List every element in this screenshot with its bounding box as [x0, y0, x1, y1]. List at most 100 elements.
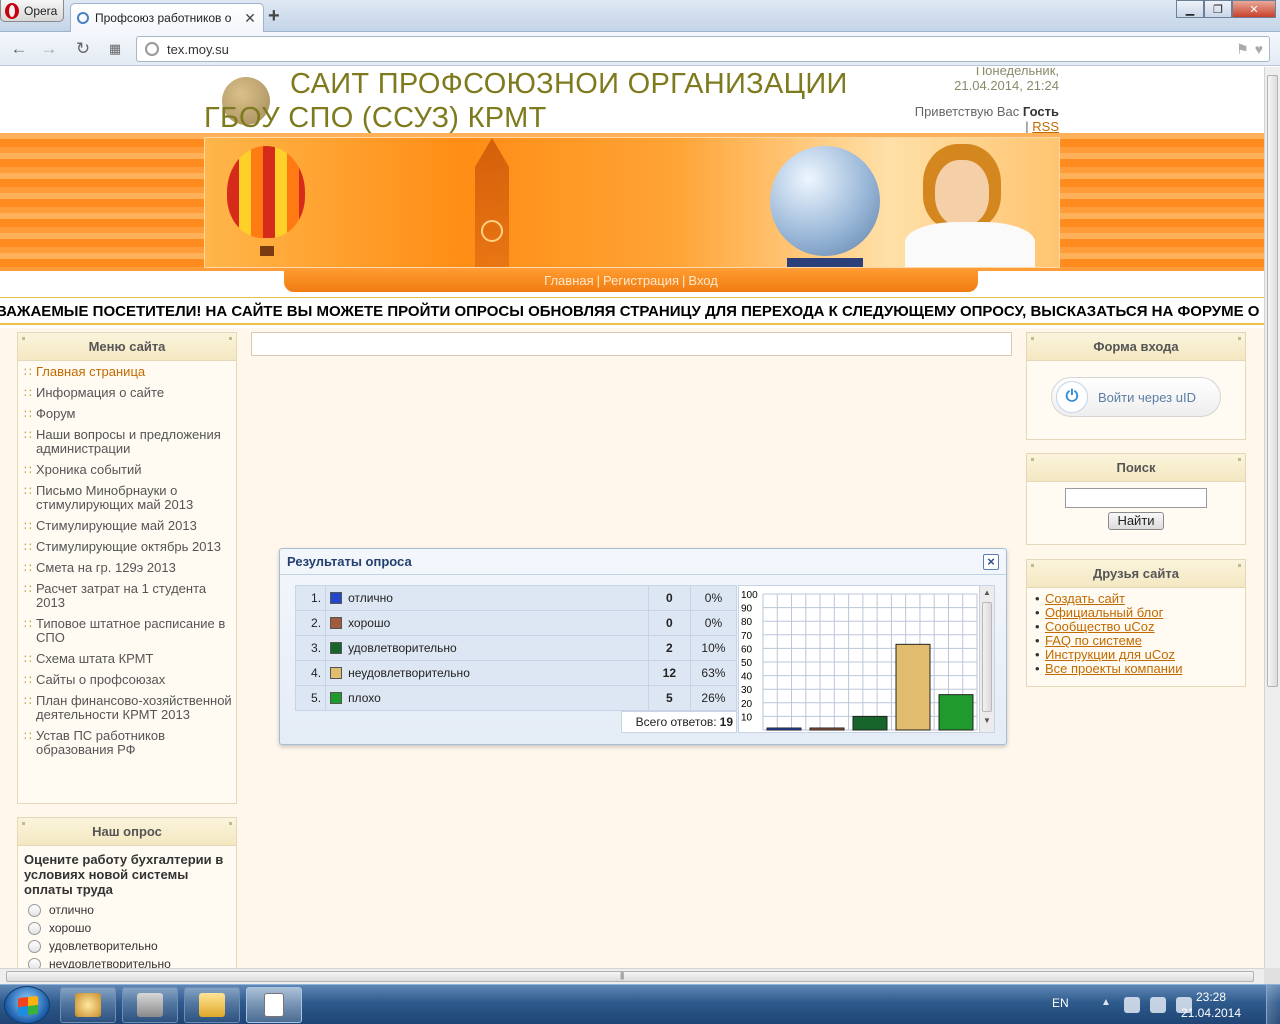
- opera-menu-label: Opera: [24, 3, 58, 18]
- taskbar-explorer-button[interactable]: [184, 987, 240, 1023]
- forward-arrow-icon[interactable]: →: [38, 38, 60, 60]
- menu-item-staff-schedule[interactable]: Типовое штатное расписание в СПО: [24, 617, 232, 645]
- page-vertical-scrollbar[interactable]: [1264, 67, 1280, 968]
- network-icon[interactable]: [1150, 997, 1166, 1013]
- poll-option[interactable]: удовлетворительно: [18, 937, 236, 955]
- poll-option[interactable]: отлично: [18, 901, 236, 919]
- woman-image: [905, 144, 1035, 267]
- site-info-icon[interactable]: [145, 42, 159, 56]
- top-navigation: Главная | Регистрация | Вход: [284, 270, 978, 292]
- taskbar-clock[interactable]: 23:28 21.04.2014: [1176, 989, 1246, 1021]
- y-tick-label: 20: [741, 699, 753, 710]
- action-center-icon[interactable]: [1124, 997, 1140, 1013]
- uid-login-button[interactable]: ⏻ Войти через uID: [1051, 377, 1221, 417]
- login-block: Форма входа ⏻ Войти через uID: [1026, 332, 1246, 440]
- radio-button[interactable]: [28, 903, 41, 917]
- tab-title: Профсоюз работников о: [95, 11, 232, 25]
- y-tick-label: 80: [741, 617, 753, 628]
- menu-item-chronicle[interactable]: Хроника событий: [24, 463, 232, 478]
- start-button[interactable]: [4, 986, 50, 1024]
- color-swatch: [330, 617, 343, 629]
- vertical-scroll-thumb[interactable]: [1267, 75, 1278, 687]
- date-day: Понедельник,: [975, 67, 1059, 78]
- friend-link-instructions[interactable]: Инструкции для uCoz: [1035, 648, 1237, 663]
- document-icon: [264, 993, 284, 1017]
- menu-item-union-sites[interactable]: Сайты о профсоюзах: [24, 673, 232, 688]
- tab-close-icon[interactable]: ✕: [243, 10, 257, 27]
- menu-item-charter[interactable]: Устав ПС работников образования РФ: [24, 729, 232, 757]
- scroll-down-arrow-icon[interactable]: ▼: [980, 714, 994, 728]
- bookmark-flag-icon[interactable]: ⚑: [1236, 41, 1249, 58]
- clock-date: 21.04.2014: [1180, 1006, 1242, 1020]
- nav-login-link[interactable]: Вход: [688, 273, 717, 288]
- menu-item-incentives-october[interactable]: Стимулирующие октябрь 2013: [24, 540, 232, 555]
- poll-option[interactable]: неудовлетворительно: [18, 955, 236, 968]
- new-tab-button[interactable]: +: [268, 5, 280, 28]
- menu-item-ministry-letter[interactable]: Письмо Минобрнауки о стимулирующих май 2…: [24, 484, 232, 512]
- horizontal-scroll-thumb[interactable]: [6, 971, 1254, 982]
- menu-item-staff-scheme[interactable]: Схема штата КРМТ: [24, 652, 232, 667]
- scroll-up-arrow-icon[interactable]: ▲: [980, 586, 994, 600]
- speed-dial-icon[interactable]: ▦: [104, 38, 126, 60]
- header-banner-image: [204, 137, 1060, 268]
- folder-icon: [199, 993, 225, 1017]
- close-icon[interactable]: ×: [983, 554, 999, 570]
- minimize-button[interactable]: ▁: [1176, 0, 1204, 18]
- taskbar-opera-button[interactable]: [246, 987, 302, 1023]
- radio-button[interactable]: [28, 939, 41, 953]
- bar-2: [809, 727, 845, 731]
- menu-item-forum[interactable]: Форум: [24, 407, 232, 422]
- chart-scrollbar[interactable]: ▲ ▼: [979, 586, 994, 732]
- browser-titlebar: Opera Профсоюз работников о ✕ + ▁ ❐ ✕: [0, 0, 1280, 32]
- page-horizontal-scrollbar[interactable]: |||: [0, 968, 1264, 984]
- restore-button[interactable]: ❐: [1204, 0, 1232, 18]
- friend-link-community[interactable]: Сообщество uCoz: [1035, 620, 1237, 635]
- search-input[interactable]: [1065, 488, 1207, 508]
- back-arrow-icon[interactable]: ←: [8, 38, 30, 60]
- menu-item-questions[interactable]: Наши вопросы и предложения администрации: [24, 428, 232, 456]
- heart-icon[interactable]: ♥: [1255, 41, 1263, 58]
- site-menu-list: Главная страница Информация о сайте Фору…: [18, 361, 236, 768]
- friend-link-blog[interactable]: Официальный блог: [1035, 606, 1237, 621]
- menu-item-cost-per-student[interactable]: Расчет затрат на 1 студента 2013: [24, 582, 232, 610]
- show-desktop-button[interactable]: [1266, 985, 1280, 1024]
- search-button[interactable]: Найти: [1108, 512, 1164, 530]
- address-bar[interactable]: tex.moy.su ⚑ ♥: [136, 36, 1270, 62]
- reload-icon[interactable]: ↻: [72, 38, 94, 60]
- table-row: 3. удовлетворительно 2 10%: [294, 635, 738, 661]
- opera-menu-button[interactable]: Opera: [0, 0, 64, 22]
- friend-link-create-site[interactable]: Создать сайт: [1035, 592, 1237, 607]
- y-tick-label: 30: [741, 685, 753, 696]
- globe-image: [770, 146, 880, 256]
- menu-item-budget[interactable]: Смета на гр. 129э 2013: [24, 561, 232, 576]
- show-hidden-icons-icon[interactable]: ▲: [1098, 997, 1114, 1013]
- poll-results-dialog: Результаты опроса × 1. отлично 0 0% 2. х…: [279, 548, 1007, 745]
- menu-item-incentives-may[interactable]: Стимулирующие май 2013: [24, 519, 232, 534]
- friends-list: Создать сайт Официальный блог Сообщество…: [1027, 588, 1245, 680]
- color-swatch: [330, 667, 343, 679]
- search-title: Поиск: [1027, 454, 1245, 482]
- menu-item-home[interactable]: Главная страница: [24, 365, 232, 380]
- menu-item-about[interactable]: Информация о сайте: [24, 386, 232, 401]
- language-indicator[interactable]: EN: [1052, 996, 1069, 1010]
- taskbar-app-button[interactable]: [122, 987, 178, 1023]
- nav-home-link[interactable]: Главная: [544, 273, 593, 288]
- clock-tower-image: [475, 138, 509, 267]
- y-tick-label: 50: [741, 658, 753, 669]
- menu-item-financial-plan[interactable]: План финансово-хозяйственной деятельност…: [24, 694, 232, 722]
- taskbar-paint-button[interactable]: [60, 987, 116, 1023]
- close-window-button[interactable]: ✕: [1232, 0, 1276, 18]
- address-bar-url: tex.moy.su: [167, 41, 229, 57]
- y-tick-label: 10: [741, 712, 753, 723]
- poll-option[interactable]: хорошо: [18, 919, 236, 937]
- scroll-thumb[interactable]: [982, 602, 992, 712]
- date-box: Понедельник, 21.04.2014, 21:24: [954, 67, 1059, 93]
- friend-link-all-projects[interactable]: Все проекты компании: [1035, 662, 1237, 677]
- poll-results-title: Результаты опроса ×: [280, 549, 1006, 575]
- radio-button[interactable]: [28, 957, 41, 968]
- rss-link[interactable]: RSS: [1032, 119, 1059, 134]
- radio-button[interactable]: [28, 921, 41, 935]
- browser-tab[interactable]: Профсоюз работников о ✕: [70, 3, 264, 32]
- friend-link-faq[interactable]: FAQ по системе: [1035, 634, 1237, 649]
- nav-register-link[interactable]: Регистрация: [603, 273, 679, 288]
